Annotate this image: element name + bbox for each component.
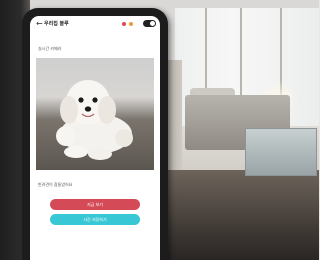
view-now-button[interactable]: 지금 보기 bbox=[50, 199, 140, 210]
dog-illustration bbox=[56, 80, 133, 160]
phone-screen: ← 우리집 블루 실시간 카메라 반려견이 잠들었어요 지금 보기 사진 저장하… bbox=[30, 16, 160, 260]
dog-photo bbox=[36, 58, 154, 170]
status-caption: 반려견이 잠들었어요 bbox=[38, 182, 73, 187]
glass-table bbox=[245, 128, 317, 176]
toggle-switch[interactable] bbox=[143, 20, 156, 27]
back-arrow-icon[interactable]: ← bbox=[36, 20, 43, 28]
app-header: ← 우리집 블루 bbox=[30, 16, 160, 32]
floor bbox=[160, 170, 319, 260]
status-dot-orange bbox=[129, 22, 133, 26]
section-label: 실시간 카메라 bbox=[38, 46, 62, 51]
status-dot-red bbox=[122, 22, 126, 26]
save-photo-button[interactable]: 사진 저장하기 bbox=[50, 214, 140, 225]
app-title: 우리집 블루 bbox=[44, 21, 69, 27]
